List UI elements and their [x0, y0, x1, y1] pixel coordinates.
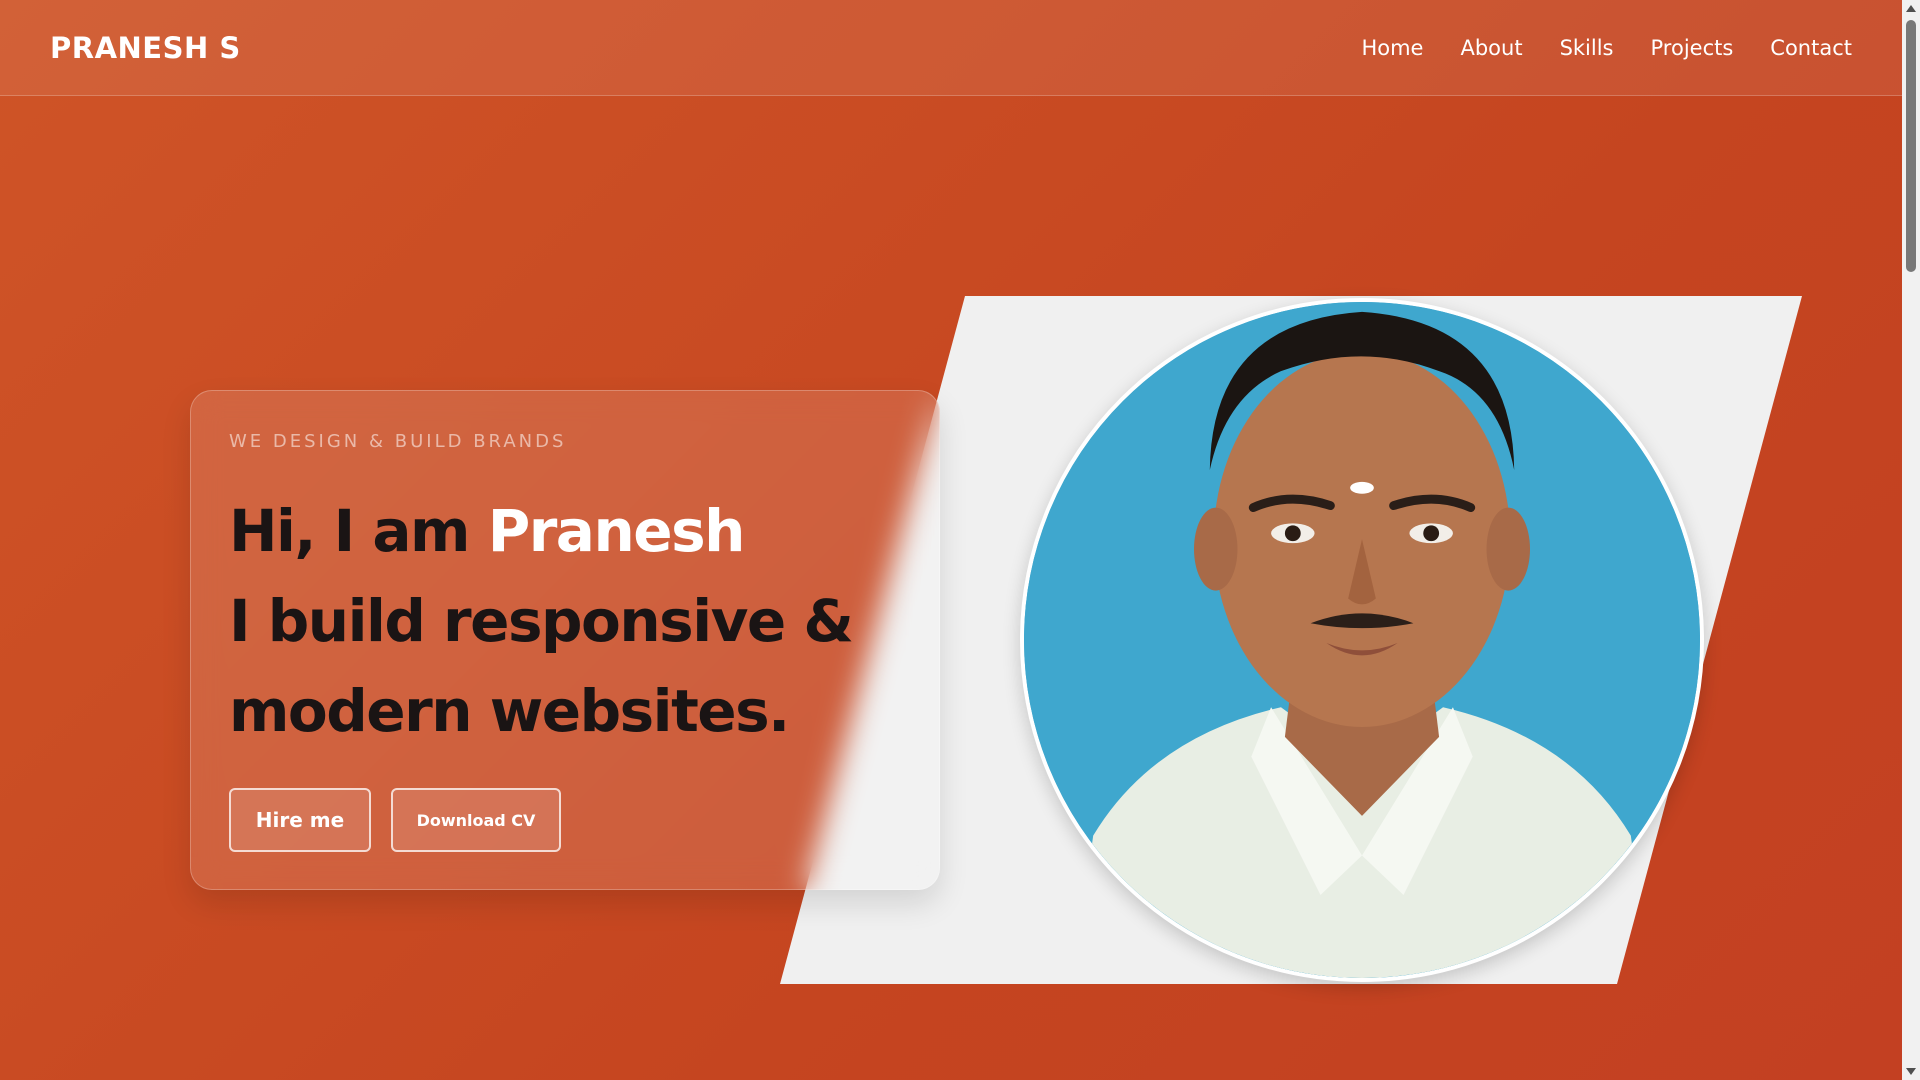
- download-cv-button[interactable]: Download CV: [391, 788, 561, 852]
- nav-link-projects[interactable]: Projects: [1651, 36, 1734, 60]
- hero-buttons: Hire me Download CV: [229, 788, 561, 852]
- navbar: PRANESH S Home About Skills Projects Con…: [0, 0, 1902, 96]
- profile-photo: [1020, 298, 1704, 982]
- headline-line-3: modern websites.: [229, 677, 790, 745]
- scroll-down-arrow-icon[interactable]: [1906, 1068, 1916, 1075]
- hire-me-button[interactable]: Hire me: [229, 788, 371, 852]
- site-logo[interactable]: PRANESH S: [50, 31, 241, 65]
- nav-link-home[interactable]: Home: [1361, 36, 1423, 60]
- hero-tagline: WE DESIGN & BUILD BRANDS: [229, 431, 567, 452]
- nav-links: Home About Skills Projects Contact: [1361, 36, 1852, 60]
- greeting-text: Hi, I am: [229, 497, 488, 565]
- nav-link-contact[interactable]: Contact: [1770, 36, 1852, 60]
- scrollbar-thumb[interactable]: [1906, 20, 1916, 272]
- hero-card: WE DESIGN & BUILD BRANDS Hi, I am Pranes…: [190, 390, 940, 890]
- page-scrollbar[interactable]: [1902, 0, 1920, 1080]
- headline-line-2: I build responsive &: [229, 587, 854, 655]
- hero-headline: Hi, I am Pranesh I build responsive & mo…: [229, 486, 901, 756]
- scroll-up-arrow-icon[interactable]: [1906, 5, 1916, 12]
- hero-name: Pranesh: [487, 497, 746, 565]
- nav-link-about[interactable]: About: [1460, 36, 1522, 60]
- nav-link-skills[interactable]: Skills: [1560, 36, 1614, 60]
